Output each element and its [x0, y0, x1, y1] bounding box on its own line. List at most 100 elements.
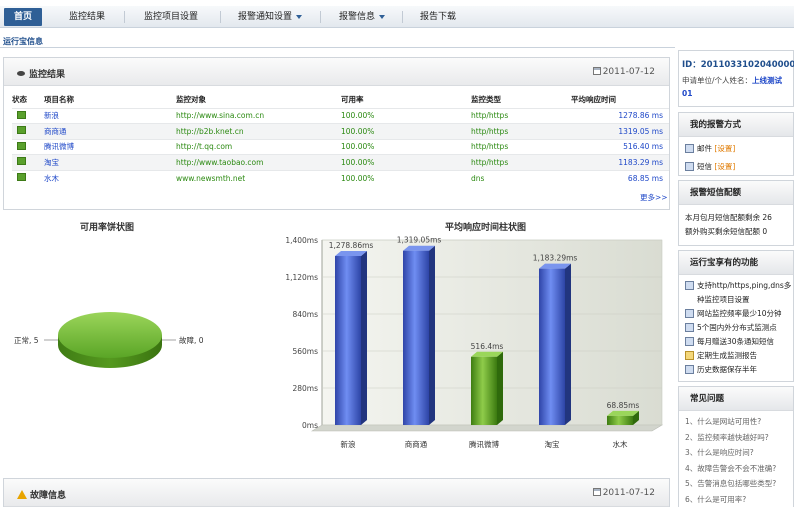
- feature-text: 5个国内外分布式监测点: [697, 323, 777, 332]
- nav-alarm-settings[interactable]: 报警通知设置: [238, 6, 303, 28]
- faq-link[interactable]: 2、监控频率越快越好吗?: [679, 430, 793, 446]
- status-cell: [12, 138, 44, 155]
- report-icon: [685, 351, 694, 360]
- chevron-down-icon: [296, 14, 303, 19]
- account-id: ID：201103310204000090: [682, 60, 794, 70]
- alarm-sms-settings-link[interactable]: [设置]: [714, 162, 735, 171]
- target-cell: http://t.qq.com: [176, 138, 341, 155]
- y-tick-label: 0ms: [302, 421, 318, 430]
- x-tick-label: 水木: [613, 439, 628, 449]
- status-cell: [12, 154, 44, 170]
- nav-monitor-settings[interactable]: 监控项目设置: [144, 6, 198, 28]
- nav-separator: [124, 11, 125, 23]
- project-name-link[interactable]: 新浪: [44, 107, 176, 124]
- feature-item: 定期生成监测报告: [679, 349, 793, 363]
- top-nav: 首页 监控结果 监控项目设置 报警通知设置 报警信息 报告下载: [0, 6, 794, 28]
- status-ok-icon: [17, 126, 26, 135]
- alarm-method-box: 我的报警方式 邮件 [设置] 短信 [设置]: [678, 112, 794, 176]
- features-title: 运行宝享有的功能: [679, 251, 793, 275]
- nav-alarm-settings-label: 报警通知设置: [238, 12, 293, 22]
- alarm-email-label: 邮件: [697, 144, 712, 153]
- rate-cell: 100.00%: [341, 154, 471, 170]
- type-cell: http/https: [471, 138, 571, 155]
- column-header: 监控对象: [176, 95, 206, 105]
- faq-link[interactable]: 1、什么是网站可用性?: [679, 414, 793, 430]
- feature-text: 每月赠送30条通知短信: [697, 337, 775, 346]
- pie-chart-title: 可用率饼状图: [80, 223, 135, 233]
- rate-cell: 100.00%: [341, 169, 471, 186]
- plot-floor: [310, 424, 664, 432]
- nav-monitor-results[interactable]: 监控结果: [69, 6, 105, 28]
- time-cell: 516.40 ms: [571, 138, 669, 155]
- status-ok-icon: [17, 157, 26, 166]
- table-row: 商商通 http://b2b.knet.cn 100.00% http/http…: [12, 123, 669, 139]
- warning-icon: [17, 490, 27, 499]
- feature-item: 5个国内外分布式监测点: [679, 321, 793, 335]
- bar-value-label: 1,278.86ms: [329, 241, 374, 250]
- alarm-email: 邮件 [设置]: [679, 142, 793, 156]
- x-tick-label: 新浪: [341, 439, 356, 449]
- column-header: 可用率: [341, 95, 364, 105]
- rate-cell: 100.00%: [341, 138, 471, 155]
- history-icon: [685, 365, 694, 374]
- y-tick-label: 1,400ms: [285, 236, 318, 245]
- nav-separator: [402, 11, 403, 23]
- bar-side: [429, 245, 435, 425]
- feature-text: 支持http/https,ping,dns多: [697, 281, 792, 290]
- bar-value-label: 1,183.29ms: [533, 254, 578, 263]
- sms-quota-line: 额外购买剩余短信配额 0: [685, 227, 768, 236]
- faq-link[interactable]: 6、什么是可用率?: [679, 492, 793, 507]
- faq-link[interactable]: 5、告警消息包括哪些类型?: [679, 476, 793, 492]
- y-tick-label: 280ms: [292, 384, 318, 393]
- panel-title: 故障信息: [17, 488, 66, 501]
- bar-side: [565, 263, 571, 425]
- type-cell: http/https: [471, 154, 571, 170]
- bar-side: [361, 251, 367, 425]
- status-ok-icon: [17, 141, 26, 150]
- nav-home[interactable]: 首页: [4, 8, 43, 26]
- faq-link[interactable]: 3、什么是响应时间?: [679, 445, 793, 461]
- column-header: 监控类型: [471, 95, 501, 105]
- nav-alarm-info[interactable]: 报警信息: [339, 6, 386, 28]
- more-link[interactable]: 更多>>: [640, 192, 668, 203]
- status-ok-icon: [17, 173, 26, 181]
- feature-item: 网站监控频率最少10分钟: [679, 307, 793, 321]
- status-cell: [12, 123, 44, 139]
- y-tick-label: 840ms: [292, 310, 318, 319]
- monitor-results-header: 监控结果 2011-07-12: [4, 58, 669, 86]
- table-header-row: 状态 项目名称 监控对象 可用率 监控类型 平均响应时间: [12, 92, 669, 108]
- x-tick-label: 腾讯微博: [469, 439, 499, 449]
- feature-text: 历史数据保存半年: [697, 365, 757, 374]
- alarm-email-settings-link[interactable]: [设置]: [714, 144, 735, 153]
- y-axis-ticks: 1,400ms 1,120ms 840ms 560ms 280ms 0ms: [285, 236, 318, 430]
- nav-separator: [220, 11, 221, 23]
- column-header: 项目名称: [44, 95, 74, 105]
- rate-cell: 100.00%: [341, 123, 471, 139]
- sms-quota-box: 报警短信配额 本月包月短信配额剩余 26 额外购买剩余短信配额 0: [678, 180, 794, 246]
- project-name-link[interactable]: 淘宝: [44, 154, 176, 170]
- faq-link[interactable]: 4、故障告警会不会不准确?: [679, 461, 793, 477]
- pie-slice-normal: [58, 312, 162, 358]
- pie-label-fault: 故障, 0: [179, 335, 204, 345]
- column-header: 平均响应时间: [571, 95, 616, 105]
- nodes-icon: [685, 323, 694, 332]
- email-icon: [685, 144, 694, 153]
- bar-side: [497, 351, 503, 425]
- status-ok-icon: [17, 110, 26, 119]
- bar: [335, 256, 361, 425]
- x-axis-ticks: 新浪 商商通 腾讯微博 淘宝 水木: [341, 439, 628, 449]
- monitor-date: 2011-07-12: [602, 67, 655, 77]
- panel-date: 2011-07-12: [592, 488, 655, 498]
- project-name-link[interactable]: 商商通: [44, 123, 176, 139]
- features-box: 运行宝享有的功能 支持http/https,ping,dns多 种监控项目设置 …: [678, 250, 794, 382]
- project-name-link[interactable]: 腾讯微博: [44, 138, 176, 155]
- x-tick-label: 商商通: [405, 439, 428, 449]
- breadcrumb[interactable]: 运行宝信息: [3, 36, 43, 47]
- status-cell: [12, 169, 44, 186]
- bar: [471, 356, 497, 425]
- divider: [0, 47, 675, 48]
- table-row: 腾讯微博 http://t.qq.com 100.00% http/https …: [12, 138, 669, 155]
- nav-report-download[interactable]: 报告下载: [420, 6, 456, 28]
- project-name-link[interactable]: 水木: [44, 169, 176, 186]
- sms-icon: [685, 162, 694, 171]
